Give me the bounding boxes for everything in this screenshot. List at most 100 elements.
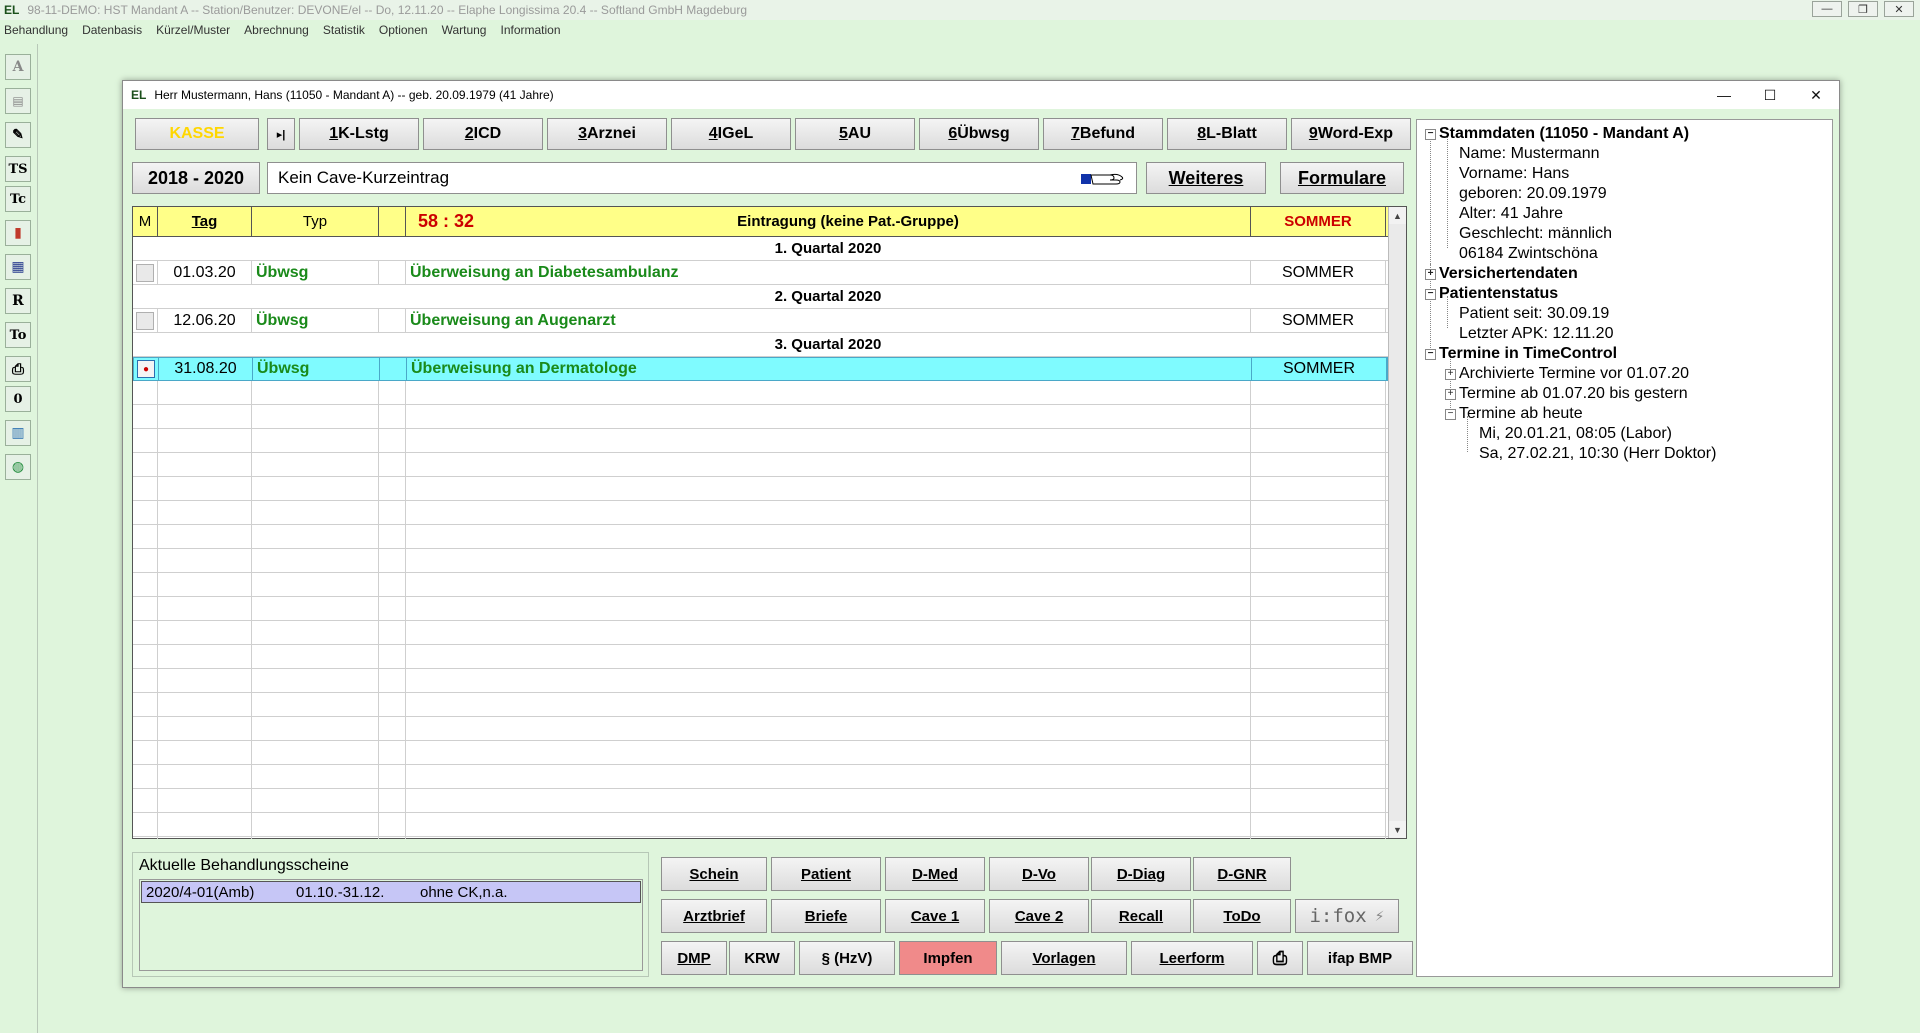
toolbar-tc-icon[interactable]: Tc [5, 186, 31, 212]
d-vo-button[interactable]: D-Vo [989, 857, 1089, 891]
expand-icon[interactable]: + [1445, 388, 1456, 400]
toolbar-a-icon[interactable]: A [5, 54, 31, 80]
row-mark-dot-icon[interactable]: ● [137, 360, 155, 378]
toolbar-edit-icon[interactable]: ✎ [5, 122, 31, 148]
tree-node-patientenstatus[interactable]: − Patientenstatus [1425, 284, 1558, 304]
leerform-button[interactable]: Leerform [1131, 941, 1253, 975]
menu-abrechnung[interactable]: Abrechnung [244, 23, 309, 37]
ifap-bmp-button[interactable]: ifap BMP [1307, 941, 1413, 975]
d-med-button[interactable]: D-Med [885, 857, 985, 891]
tab-icd[interactable]: 2 ICD [423, 118, 543, 150]
window-maximize-button[interactable]: ☐ [1747, 81, 1793, 109]
todo-button[interactable]: ToDo [1193, 899, 1291, 933]
tree-node-geboren[interactable]: geboren: 20.09.1979 [1459, 184, 1607, 204]
app-minimize-button[interactable]: — [1812, 1, 1842, 17]
window-close-button[interactable]: ✕ [1793, 81, 1839, 109]
hzv-button[interactable]: § (HzV) [799, 941, 895, 975]
tree-node-termine-ab-heute[interactable]: − Termine ab heute [1445, 404, 1583, 424]
toolbar-printer-icon[interactable]: ⎙ [5, 356, 31, 382]
cave-1-button[interactable]: Cave 1 [885, 899, 985, 933]
cave-field[interactable]: Kein Cave-Kurzeintrag [267, 162, 1137, 194]
toolbar-zero-icon[interactable]: 0 [5, 386, 31, 412]
patient-info-tree[interactable]: − Stammdaten (11050 - Mandant A) Name: Mu… [1416, 119, 1833, 977]
tab-au[interactable]: 5 AU [795, 118, 915, 150]
table-row[interactable]: 01.03.20 Übwsg Überweisung an Diabetesam… [133, 261, 1388, 285]
briefe-button[interactable]: Briefe [771, 899, 881, 933]
formulare-button[interactable]: Formulare [1280, 162, 1404, 194]
toolbar-globe-icon[interactable]: ◍ [5, 454, 31, 480]
tree-node-termin-2[interactable]: Sa, 27.02.21, 10:30 (Herr Doktor) [1479, 444, 1716, 464]
tree-node-ort[interactable]: 06184 Zwintschöna [1459, 244, 1598, 264]
window-minimize-button[interactable]: — [1701, 81, 1747, 109]
grid-scrollbar[interactable]: ▲ ▼ [1388, 207, 1406, 838]
arztbrief-button[interactable]: Arztbrief [661, 899, 767, 933]
dmp-button[interactable]: DMP [661, 941, 727, 975]
d-diag-button[interactable]: D-Diag [1091, 857, 1191, 891]
row-mark-cell[interactable] [133, 309, 158, 332]
header-typ[interactable]: Typ [252, 207, 379, 236]
app-close-button[interactable]: ✕ [1884, 1, 1914, 17]
scroll-up-icon[interactable]: ▲ [1389, 207, 1406, 224]
print-button[interactable]: ⎙ [1257, 941, 1303, 975]
toolbar-book-icon[interactable]: ▮ [5, 220, 31, 246]
expand-icon[interactable]: + [1445, 368, 1456, 380]
row-mark[interactable] [136, 311, 154, 330]
header-user[interactable]: SOMMER [1251, 207, 1386, 236]
row-mark-cell[interactable]: ● [134, 358, 159, 380]
weiteres-button[interactable]: Weiteres [1146, 162, 1266, 194]
table-row[interactable]: 12.06.20 Übwsg Überweisung an Augenarzt … [133, 309, 1388, 333]
header-m[interactable]: M [133, 207, 158, 236]
expand-icon[interactable]: + [1425, 268, 1436, 280]
tree-node-patient-seit[interactable]: Patient seit: 30.09.19 [1459, 304, 1609, 324]
kasse-button[interactable]: KASSE [135, 118, 259, 150]
toolbar-chart-icon[interactable]: ▥ [5, 420, 31, 446]
row-mark[interactable] [136, 263, 154, 282]
tree-node-versichertendaten[interactable]: + Versichertendaten [1425, 264, 1578, 284]
collapse-icon[interactable]: − [1425, 348, 1436, 360]
d-gnr-button[interactable]: D-GNR [1193, 857, 1291, 891]
header-tag[interactable]: Tag [158, 207, 252, 236]
cave-2-button[interactable]: Cave 2 [989, 899, 1089, 933]
impfen-button[interactable]: Impfen [899, 941, 997, 975]
tab-arznei[interactable]: 3 Arznei [547, 118, 667, 150]
tree-node-vorname[interactable]: Vorname: Hans [1459, 164, 1569, 184]
tree-node-geschlecht[interactable]: Geschlecht: männlich [1459, 224, 1612, 244]
toolbar-r-icon[interactable]: R [5, 288, 31, 314]
app-restore-button[interactable]: ❐ [1848, 1, 1878, 17]
row-mark-cell[interactable] [133, 261, 158, 284]
toolbar-form-icon[interactable]: ▦ [5, 254, 31, 280]
nav-end-button[interactable]: ▸| [267, 118, 295, 150]
toolbar-print-disabled-icon[interactable]: ▤ [5, 88, 31, 114]
tab-word-exp[interactable]: 9 Word-Exp [1291, 118, 1411, 150]
tree-node-stammdaten[interactable]: − Stammdaten (11050 - Mandant A) [1425, 124, 1689, 144]
tree-node-termin-1[interactable]: Mi, 20.01.21, 08:05 (Labor) [1479, 424, 1672, 444]
toolbar-to-icon[interactable]: To [5, 322, 31, 348]
menu-behandlung[interactable]: Behandlung [4, 23, 68, 37]
tree-node-name[interactable]: Name: Mustermann [1459, 144, 1600, 164]
header-eintrag-cell[interactable]: 58 : 32 Eintragung (keine Pat.-Gruppe) [406, 207, 1251, 236]
scroll-down-icon[interactable]: ▼ [1389, 821, 1406, 838]
ifox-button[interactable]: i:fox ⚡ [1295, 899, 1399, 933]
tab-igel[interactable]: 4 IGeL [671, 118, 791, 150]
pointing-hand-icon[interactable] [1080, 170, 1126, 188]
collapse-icon[interactable]: − [1425, 128, 1436, 140]
scheine-list[interactable]: 2020/4-01(Amb) 01.10.-31.12. ohne CK,n.a… [139, 879, 643, 971]
years-button[interactable]: 2018 - 2020 [132, 162, 260, 194]
toolbar-ts-icon[interactable]: TS [5, 156, 31, 182]
collapse-icon[interactable]: − [1445, 408, 1456, 420]
tab-befund[interactable]: 7 Befund [1043, 118, 1163, 150]
menu-optionen[interactable]: Optionen [379, 23, 428, 37]
schein-button[interactable]: Schein [661, 857, 767, 891]
tab-k-lstg[interactable]: 1 K-Lstg [299, 118, 419, 150]
list-item[interactable]: 2020/4-01(Amb) 01.10.-31.12. ohne CK,n.a… [141, 881, 641, 903]
tree-node-letzter-apk[interactable]: Letzter APK: 12.11.20 [1459, 324, 1613, 344]
tab-l-blatt[interactable]: 8 L-Blatt [1167, 118, 1287, 150]
table-row-selected[interactable]: ● 31.08.20 Übwsg Überweisung an Dermatol… [133, 357, 1388, 381]
patient-button[interactable]: Patient [771, 857, 881, 891]
tab-uebwsg[interactable]: 6 Übwsg [919, 118, 1039, 150]
collapse-icon[interactable]: − [1425, 288, 1436, 300]
menu-information[interactable]: Information [500, 23, 560, 37]
entries-grid[interactable]: M Tag Typ 58 : 32 Eintragung (keine Pat.… [132, 206, 1407, 839]
tree-node-alter[interactable]: Alter: 41 Jahre [1459, 204, 1563, 224]
krw-button[interactable]: KRW [729, 941, 795, 975]
